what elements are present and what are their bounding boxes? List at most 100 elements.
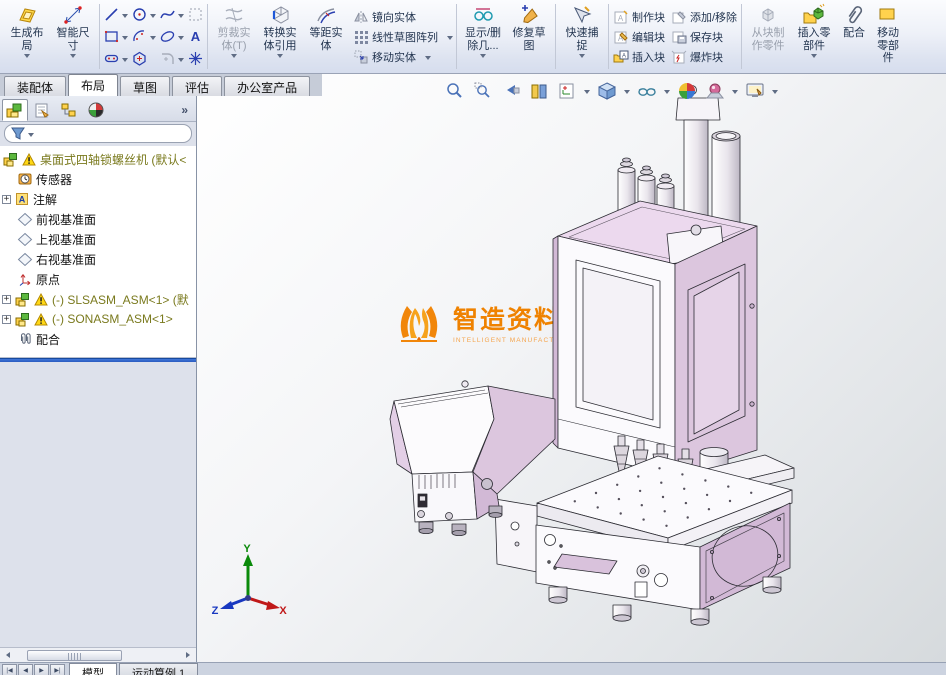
display-delete-relations-button[interactable]: 显示/删除几... [460, 1, 506, 72]
panel-horizontal-scrollbar[interactable] [0, 647, 196, 662]
prev-study-button[interactable]: ◀ [18, 664, 33, 675]
convert-entities-button[interactable]: 转换实体引用 [257, 1, 303, 72]
repair-sketch-button[interactable]: 修复草图 [506, 1, 552, 72]
move-entities-icon [353, 49, 369, 65]
motion-study-tab[interactable]: 运动算例 1 [119, 663, 198, 675]
tree-item-sensors[interactable]: 传感器 [2, 169, 196, 189]
tree-filter-input[interactable] [4, 124, 192, 143]
mate-button[interactable]: 配合 [837, 1, 871, 72]
ellipse-tool[interactable] [159, 27, 184, 47]
feature-manager-panel: » 桌面式四轴锁螺丝机 (默认< 传感器 + [0, 96, 197, 662]
sketch-entities-group: A [101, 1, 206, 72]
display-style-caret-icon[interactable] [624, 90, 630, 94]
hide-show-items-icon[interactable] [636, 80, 658, 102]
circle-tool[interactable] [131, 5, 156, 25]
filter-caret-icon[interactable] [28, 133, 34, 137]
sketch-picture-tool[interactable] [187, 5, 204, 25]
scroll-left-icon[interactable] [1, 649, 15, 662]
panel-expand-chevron[interactable]: » [181, 103, 194, 121]
create-layout-caret-icon[interactable] [24, 54, 30, 58]
bottom-tab-bar: |◀ ◀ ▶ ▶| 模型 运动算例 1 [0, 662, 946, 675]
view-orientation-caret-icon[interactable] [584, 90, 590, 94]
configurationmanager-tab[interactable] [56, 99, 82, 121]
last-study-button[interactable]: ▶| [50, 664, 65, 675]
scrollbar-thumb[interactable] [27, 650, 122, 661]
insert-components-button[interactable]: 插入零部件 [791, 1, 837, 72]
tab-evaluate[interactable]: 评估 [172, 76, 222, 96]
make-block-button[interactable]: A 制作块 [613, 7, 665, 26]
convert-entities-caret-icon[interactable] [277, 54, 283, 58]
explode-block-icon [671, 49, 687, 65]
view-settings-caret-icon[interactable] [772, 90, 778, 94]
fillet-tool[interactable] [159, 49, 184, 69]
display-delete-caret-icon[interactable] [480, 54, 486, 58]
create-layout-button[interactable]: 生成布局 [4, 1, 50, 72]
scroll-right-icon[interactable] [181, 649, 195, 662]
zoom-to-fit-icon[interactable] [444, 80, 466, 102]
edit-block-button[interactable]: A 编辑块 [613, 27, 665, 46]
tree-item-slsasm[interactable]: + (-) SLSASM_ASM<1> (默 [2, 289, 196, 309]
slot-tool[interactable] [103, 49, 128, 69]
expand-icon[interactable]: + [2, 295, 11, 304]
polygon-tool[interactable] [131, 49, 156, 69]
tab-office-products[interactable]: 办公室产品 [224, 76, 310, 96]
explode-block-button[interactable]: 爆炸块 [671, 47, 737, 66]
sketch-pattern-star-tool[interactable] [187, 49, 204, 69]
linear-sketch-pattern-button[interactable]: 线性草图阵列 [353, 27, 453, 46]
quick-snaps-caret-icon[interactable] [579, 54, 585, 58]
rectangle-tool[interactable] [103, 27, 128, 47]
tree-item-sonasm[interactable]: + (-) SONASM_ASM<1> [2, 309, 196, 329]
tree-item-annotations[interactable]: + A 注解 [2, 189, 196, 209]
view-settings-icon[interactable] [744, 80, 766, 102]
add-remove-button[interactable]: 添加/移除 [671, 7, 737, 26]
tree-item-right-plane[interactable]: 右视基准面 [2, 249, 196, 269]
tree-item-origin[interactable]: 原点 [2, 269, 196, 289]
quick-snaps-button[interactable]: 快速捕捉 [559, 1, 605, 72]
spline-tool[interactable] [159, 5, 184, 25]
move-entities-button[interactable]: 移动实体 [353, 47, 453, 66]
offset-entities-button[interactable]: 等距实体 [303, 1, 349, 72]
assembly-model[interactable] [197, 74, 946, 660]
insert-block-icon: A [613, 49, 629, 65]
smart-dimension-button[interactable]: 智能尺寸 [50, 1, 96, 72]
mirror-entities-button[interactable]: 镜向实体 [353, 7, 453, 26]
expand-icon[interactable]: + [2, 315, 11, 324]
previous-view-icon[interactable] [500, 80, 522, 102]
smart-dimension-caret-icon[interactable] [70, 54, 76, 58]
edit-appearance-icon[interactable] [676, 80, 698, 102]
tree-item-front-plane[interactable]: 前视基准面 [2, 209, 196, 229]
hide-show-caret-icon[interactable] [664, 90, 670, 94]
panel-tab-bar: » [0, 96, 196, 122]
propertymanager-tab[interactable] [29, 99, 55, 121]
apply-scene-icon[interactable] [704, 80, 726, 102]
tree-item-root[interactable]: 桌面式四轴锁螺丝机 (默认< [2, 149, 196, 169]
plane-icon [17, 252, 33, 267]
insert-block-button[interactable]: A 插入块 [613, 47, 665, 66]
displaymanager-tab[interactable] [83, 99, 109, 121]
apply-scene-caret-icon[interactable] [732, 90, 738, 94]
model-tab[interactable]: 模型 [69, 663, 117, 675]
next-study-button[interactable]: ▶ [34, 664, 49, 675]
text-tool[interactable]: A [187, 27, 204, 47]
display-style-icon[interactable] [596, 80, 618, 102]
featuremanager-tab[interactable] [2, 99, 28, 121]
centerpoint-arc-tool[interactable] [131, 27, 156, 47]
graphics-viewport[interactable]: 智造资料网 INTELLIGENT MANUFACTURING DATA [197, 74, 946, 662]
tree-item-top-plane[interactable]: 上视基准面 [2, 229, 196, 249]
view-orientation-icon[interactable] [556, 80, 578, 102]
section-view-icon[interactable] [528, 80, 550, 102]
expand-icon[interactable]: + [2, 195, 11, 204]
move-component-button[interactable]: 移动零部件 [871, 1, 905, 72]
linear-pattern-caret-icon[interactable] [447, 36, 453, 40]
insert-components-caret-icon[interactable] [811, 54, 817, 58]
quick-snaps-icon [570, 3, 594, 27]
tab-assembly[interactable]: 装配体 [4, 76, 66, 96]
line-tool[interactable] [103, 5, 128, 25]
save-block-button[interactable]: 保存块 [671, 27, 737, 46]
tab-sketch[interactable]: 草图 [120, 76, 170, 96]
first-study-button[interactable]: |◀ [2, 664, 17, 675]
move-entities-caret-icon[interactable] [425, 56, 431, 60]
tree-item-mates[interactable]: 配合 [2, 329, 196, 349]
zoom-to-area-icon[interactable] [472, 80, 494, 102]
tab-layout[interactable]: 布局 [68, 74, 118, 96]
